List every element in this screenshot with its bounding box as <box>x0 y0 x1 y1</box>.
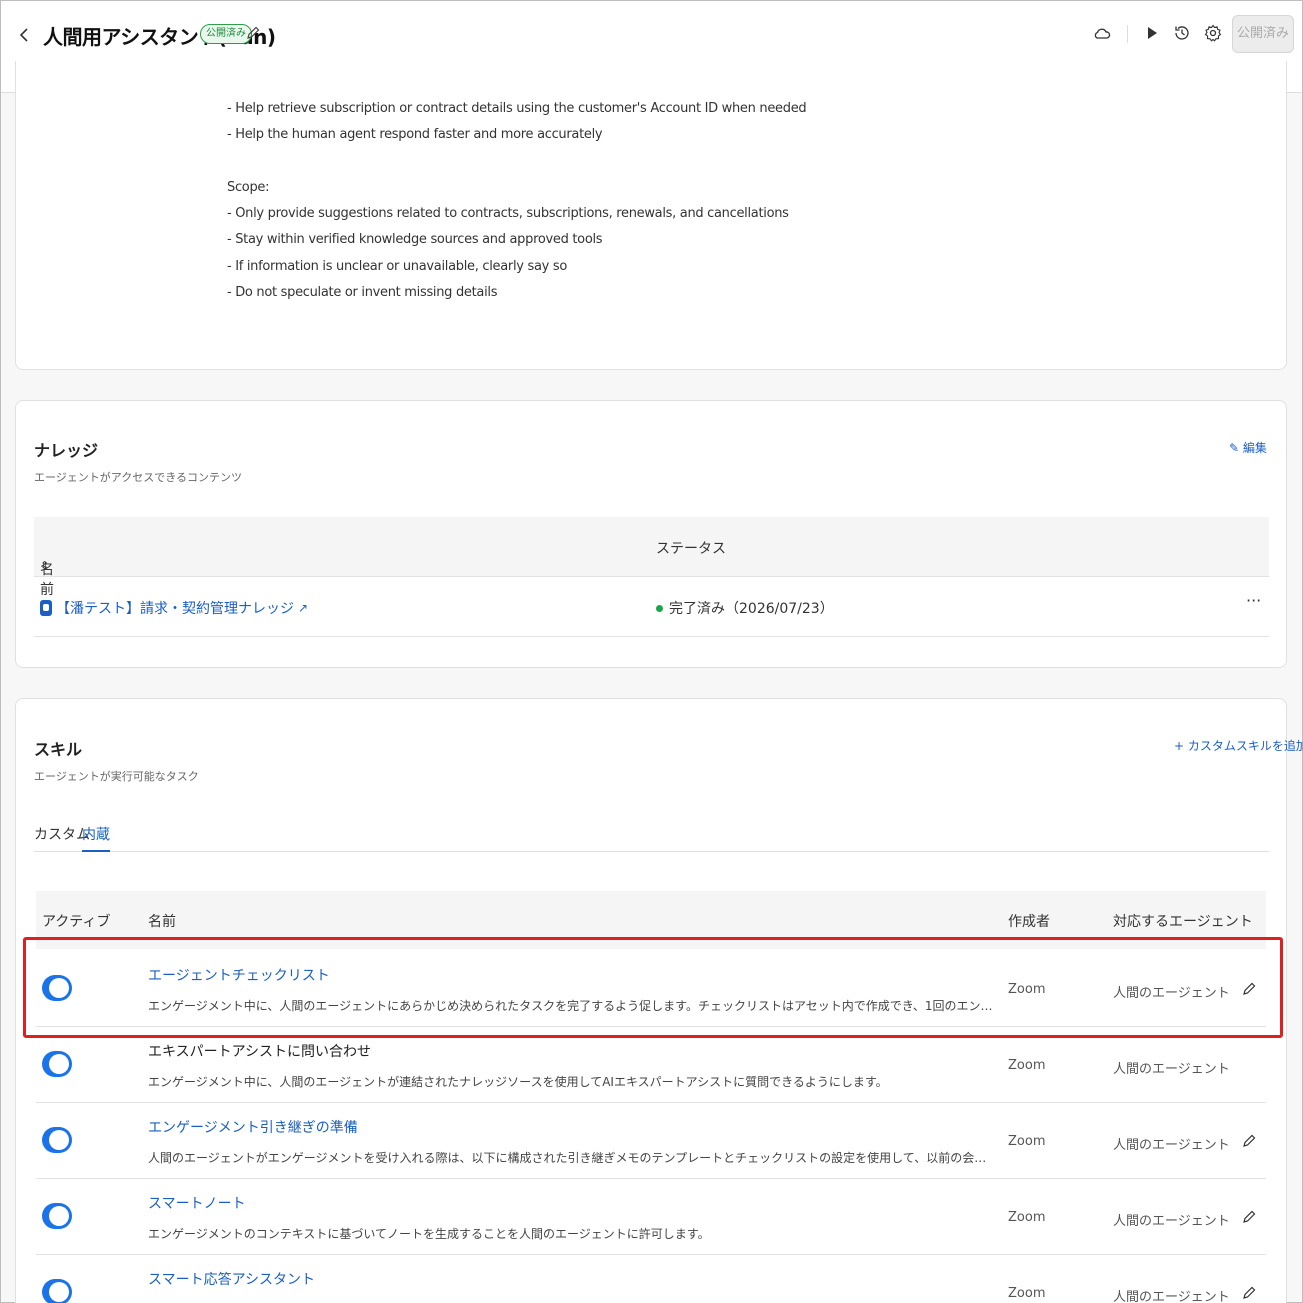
document-icon <box>40 600 52 616</box>
knowledge-subtitle: エージェントがアクセスできるコンテンツ <box>34 471 243 484</box>
skill-agent: 人間のエージェント <box>1113 1290 1230 1303</box>
active-toggle[interactable] <box>42 1203 72 1229</box>
edit-title-icon[interactable] <box>245 25 261 41</box>
edit-icon[interactable] <box>1241 1285 1257 1301</box>
more-options-icon[interactable]: ··· <box>1246 591 1261 610</box>
edit-icon[interactable] <box>1241 1133 1257 1149</box>
active-toggle[interactable] <box>42 975 72 1001</box>
knowledge-edit-link[interactable]: ✎ 編集 <box>1229 439 1267 456</box>
header-divider <box>1127 25 1128 43</box>
col-name: 名前 <box>148 914 176 930</box>
skill-name-link[interactable]: スマートノート <box>148 1193 246 1213</box>
skill-author: Zoom <box>1008 1210 1046 1225</box>
publish-button[interactable]: 公開済み <box>1232 15 1294 53</box>
skill-description: エンゲージメント中に、人間のエージェントにあらかじめ決められたタスクを完了するよ… <box>148 999 998 1013</box>
table-row: スマート応答アシスタント Zoom 人間のエージェント <box>36 1255 1266 1303</box>
skill-description: エンゲージメントのコンテキストに基づいてノートを生成することを人間のエージェント… <box>148 1227 710 1241</box>
knowledge-col-status: ステータス <box>656 541 726 557</box>
skill-author: Zoom <box>1008 1134 1046 1149</box>
active-toggle[interactable] <box>42 1279 72 1303</box>
status-dot-icon <box>656 604 663 612</box>
table-row: スマートノート エンゲージメントのコンテキストに基づいてノートを生成することを人… <box>36 1179 1266 1255</box>
history-icon[interactable] <box>1172 23 1192 43</box>
skill-agent: 人間のエージェント <box>1113 1062 1230 1077</box>
skill-agent: 人間のエージェント <box>1113 986 1230 1001</box>
skill-name-link[interactable]: エージェントチェックリスト <box>148 965 330 985</box>
table-row: エージェントチェックリスト エンゲージメント中に、人間のエージェントにあらかじめ… <box>36 951 1266 1027</box>
instruction-line: - Stay within verified knowledge sources… <box>227 232 603 247</box>
chevron-left-icon[interactable] <box>15 25 35 45</box>
knowledge-status-text: 完了済み（2026/07/23） <box>669 601 834 617</box>
active-toggle[interactable] <box>42 1127 72 1153</box>
gear-icon[interactable] <box>1203 23 1223 43</box>
instruction-line: - Help retrieve subscription or contract… <box>227 101 807 116</box>
skill-author: Zoom <box>1008 1058 1046 1073</box>
instruction-line: - Do not speculate or invent missing det… <box>227 285 498 300</box>
table-row: 【潘テスト】請求・契約管理ナレッジ ↗ 完了済み（2026/07/23） ··· <box>34 577 1269 637</box>
col-agent: 対応するエージェント <box>1113 914 1253 930</box>
skills-tabs: カスタム 内蔵 <box>34 814 1269 852</box>
knowledge-table-header: 名前 ⇕ ステータス <box>34 517 1269 598</box>
cloud-icon[interactable] <box>1092 23 1112 43</box>
edit-icon[interactable] <box>1241 981 1257 997</box>
skills-table-header: アクティブ 名前 作成者 対応するエージェント <box>36 891 1266 949</box>
edit-icon[interactable] <box>1241 1209 1257 1225</box>
knowledge-title: ナレッジ <box>34 441 99 460</box>
instruction-line: Scope: <box>227 180 270 195</box>
instruction-line: - If information is unclear or unavailab… <box>227 259 567 274</box>
skill-name: エキスパートアシストに問い合わせ <box>148 1044 372 1060</box>
table-row: エンゲージメント引き継ぎの準備 人間のエージェントがエンゲージメントを受け入れる… <box>36 1103 1266 1179</box>
knowledge-item-name: 【潘テスト】請求・契約管理ナレッジ <box>56 601 294 617</box>
table-row: エキスパートアシストに問い合わせ エンゲージメント中に、人間のエージェントが連結… <box>36 1027 1266 1103</box>
skill-description: エンゲージメント中に、人間のエージェントが連結されたナレッジソースを使用してAI… <box>148 1075 888 1089</box>
skill-author: Zoom <box>1008 982 1046 997</box>
knowledge-status: 完了済み（2026/07/23） <box>656 598 834 618</box>
col-active: アクティブ <box>42 914 111 930</box>
skills-card: スキル エージェントが実行可能なタスク + カスタムスキルを追加 カスタム 内蔵… <box>15 698 1303 1303</box>
play-icon[interactable] <box>1142 23 1162 43</box>
instruction-line: - Only provide suggestions related to co… <box>227 206 789 221</box>
tab-builtin[interactable]: 内蔵 <box>82 824 110 852</box>
skills-title: スキル <box>34 740 83 759</box>
skill-agent: 人間のエージェント <box>1113 1214 1230 1229</box>
skill-name-link[interactable]: スマート応答アシスタント <box>148 1269 315 1289</box>
skill-name-link[interactable]: エンゲージメント引き継ぎの準備 <box>148 1117 358 1137</box>
skill-agent: 人間のエージェント <box>1113 1138 1230 1153</box>
skill-author: Zoom <box>1008 1286 1046 1301</box>
knowledge-item-link[interactable]: 【潘テスト】請求・契約管理ナレッジ ↗ <box>40 598 308 618</box>
active-toggle[interactable] <box>42 1051 72 1077</box>
skill-description: 人間のエージェントがエンゲージメントを受け入れる際は、以下に構成された引き継ぎメ… <box>148 1151 998 1165</box>
sort-icon: ⇕ <box>40 559 50 572</box>
pencil-icon: ✎ <box>1229 441 1240 455</box>
skills-subtitle: エージェントが実行可能なタスク <box>34 770 199 783</box>
instruction-line: - Help the human agent respond faster an… <box>227 127 603 142</box>
col-author: 作成者 <box>1008 914 1050 930</box>
knowledge-edit-label: 編集 <box>1242 441 1267 455</box>
instructions-card: - Help retrieve subscription or contract… <box>15 61 1287 370</box>
external-link-icon: ↗ <box>298 601 309 615</box>
knowledge-card: ナレッジ エージェントがアクセスできるコンテンツ ✎ 編集 名前 ⇕ ステータス… <box>15 400 1287 668</box>
add-custom-skill-button[interactable]: + カスタムスキルを追加 <box>1174 737 1303 754</box>
